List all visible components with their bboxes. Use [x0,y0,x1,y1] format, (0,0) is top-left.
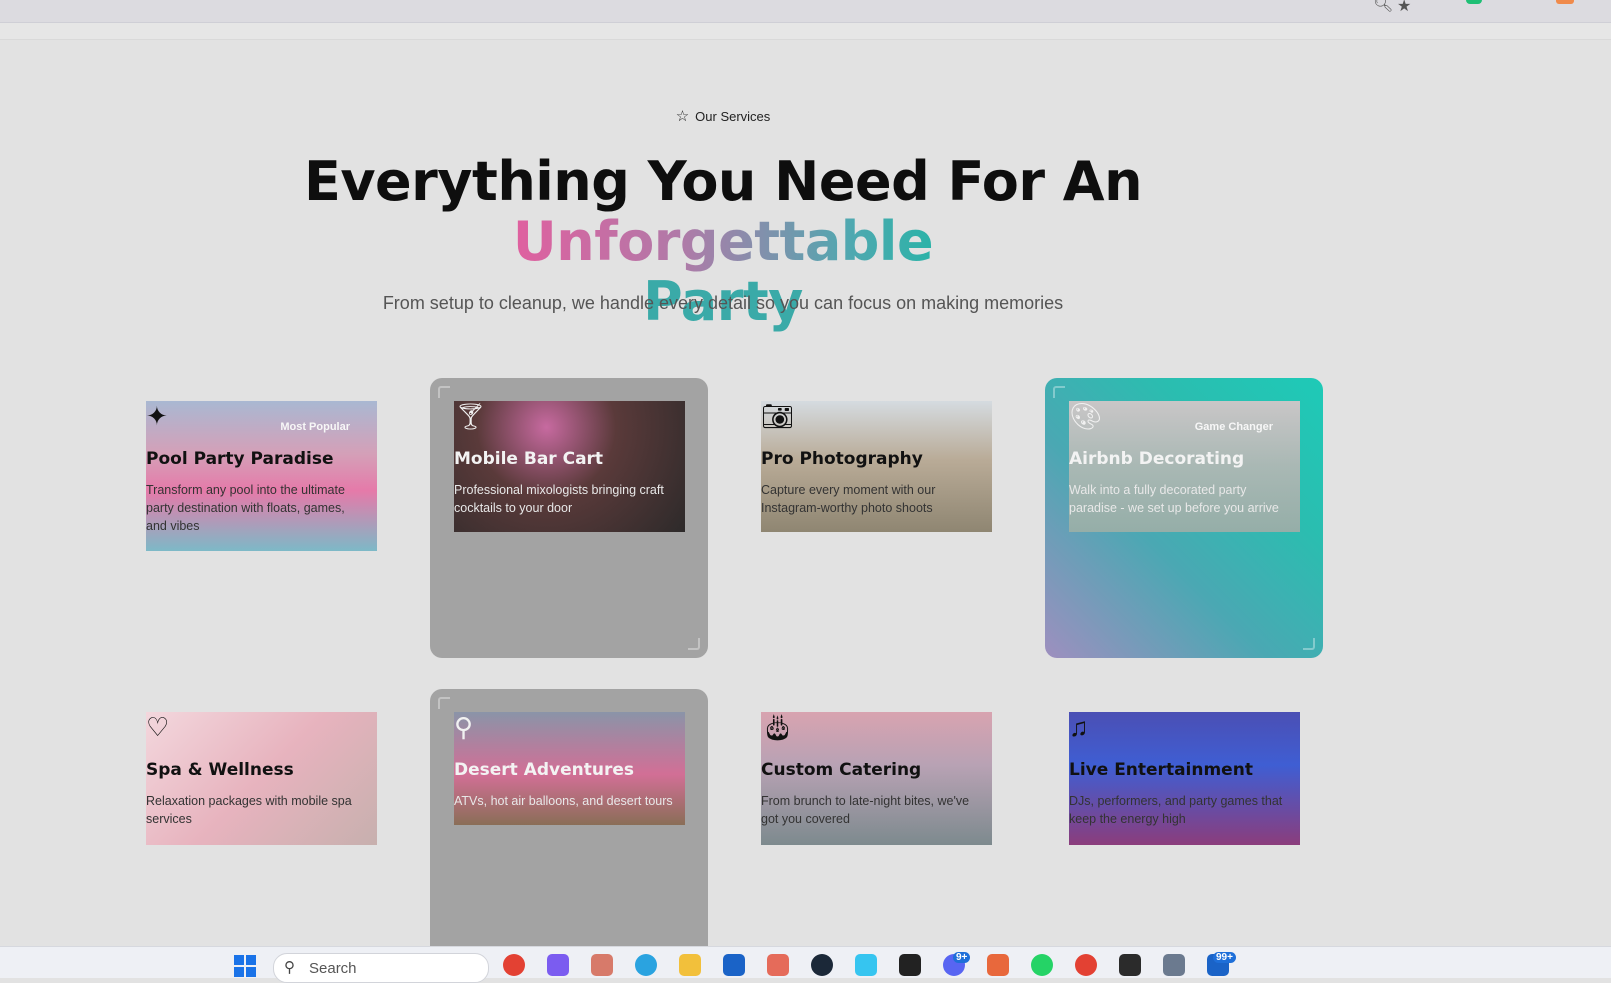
headline-accent: Unforgettable [512,210,934,273]
extension-icon[interactable] [1556,0,1574,4]
search-icon: ⚲ [284,959,295,976]
taskbar-search-input[interactable]: ⚲ Search [273,953,489,983]
service-title: Live Entertainment [1069,760,1253,780]
app-icon[interactable] [591,954,613,976]
service-title: Spa & Wellness [146,760,294,780]
service-card-spa-wellness[interactable]: ♡ Spa & Wellness Relaxation packages wit… [146,712,377,852]
page-header-spacer [0,23,1611,40]
windows-start-icon[interactable] [234,955,256,977]
cake-icon: 🎂︎ [761,712,795,742]
section-subtitle: From setup to cleanup, we handle every d… [382,293,1064,313]
service-card-pro-photography[interactable]: 📷︎ Pro Photography Capture every moment … [761,401,992,541]
extension-icon[interactable] [1466,0,1482,4]
chrome-icon[interactable] [503,954,525,976]
search-placeholder: Search [309,960,357,977]
notification-badge: 99+ [1213,952,1236,963]
map-pin-icon: ⚲ [454,712,474,742]
service-title: Desert Adventures [454,760,635,780]
steam-icon[interactable] [811,954,833,976]
service-title: Pool Party Paradise [146,449,334,469]
notification-badge: 9+ [953,952,971,963]
slack-icon[interactable] [855,954,877,976]
service-description: Walk into a fully decorated party paradi… [1069,483,1279,515]
service-card-desert-adventures[interactable]: ⚲ Desert Adventures ATVs, hot air balloo… [454,712,685,832]
service-title: Pro Photography [761,449,923,469]
camera-icon: 📷︎ [761,401,795,431]
headline-plain: Everything You Need For An [303,150,1143,213]
service-card-pool-party[interactable]: ✦ Most Popular Pool Party Paradise Trans… [146,401,377,561]
bookmark-star-icon[interactable]: ★ [1397,0,1411,16]
calculator-icon[interactable] [1163,954,1185,976]
snipping-tool-icon[interactable] [767,954,789,976]
outlook-icon[interactable] [723,954,745,976]
service-title: Mobile Bar Cart [454,449,604,469]
service-description: DJs, performers, and party games that ke… [1069,794,1283,826]
app-icon[interactable] [899,954,921,976]
app-icon[interactable] [987,954,1009,976]
most-popular-badge: Most Popular [280,421,350,433]
chrome-profile-icon[interactable] [1075,954,1097,976]
game-changer-badge: Game Changer [1194,421,1273,433]
service-card-airbnb-decorating[interactable]: 🎨︎ Game Changer Airbnb Decorating Walk i… [1069,401,1300,541]
sparkles-icon: ✦ [146,401,168,431]
star-outline-icon: ☆ [675,108,690,125]
section-eyebrow: ☆ Our Services [0,107,1446,125]
mail-icon[interactable]: 99+ [1207,952,1236,976]
service-description: From brunch to late-night bites, we've g… [761,794,970,826]
service-card-mobile-bar[interactable]: 🍸︎ Mobile Bar Cart Professional mixologi… [454,401,685,541]
service-description: Professional mixologists bringing craft … [454,483,664,515]
service-description: ATVs, hot air balloons, and desert tours [454,794,673,808]
service-title: Airbnb Decorating [1069,449,1245,469]
terminal-icon[interactable] [1119,954,1141,976]
discord-icon[interactable]: 9+ [943,952,971,976]
cocktail-icon: 🍸︎ [454,401,488,431]
zoom-icon[interactable]: 🔍︎ [1373,0,1393,14]
service-description: Capture every moment with our Instagram-… [761,483,936,515]
service-card-live-entertainment[interactable]: ♫ Live Entertainment DJs, performers, an… [1069,712,1300,852]
service-title: Custom Catering [761,760,922,780]
telegram-icon[interactable] [635,954,657,976]
folder-icon[interactable] [679,954,701,976]
service-card-custom-catering[interactable]: 🎂︎ Custom Catering From brunch to late-n… [761,712,992,852]
windows-taskbar: ⚲ Search 9+ 99+ [0,946,1611,983]
music-note-icon: ♫ [1069,712,1089,742]
eyebrow-label: Our Services [695,109,771,124]
palette-icon: 🎨︎ [1069,401,1103,431]
service-description: Transform any pool into the ultimate par… [146,483,345,533]
heart-icon: ♡ [146,712,170,742]
service-description: Relaxation packages with mobile spa serv… [146,794,352,826]
browser-toolbar-strip: 🔍︎ ★ [0,0,1611,23]
whatsapp-icon[interactable] [1031,954,1053,976]
copilot-icon[interactable] [547,954,569,976]
